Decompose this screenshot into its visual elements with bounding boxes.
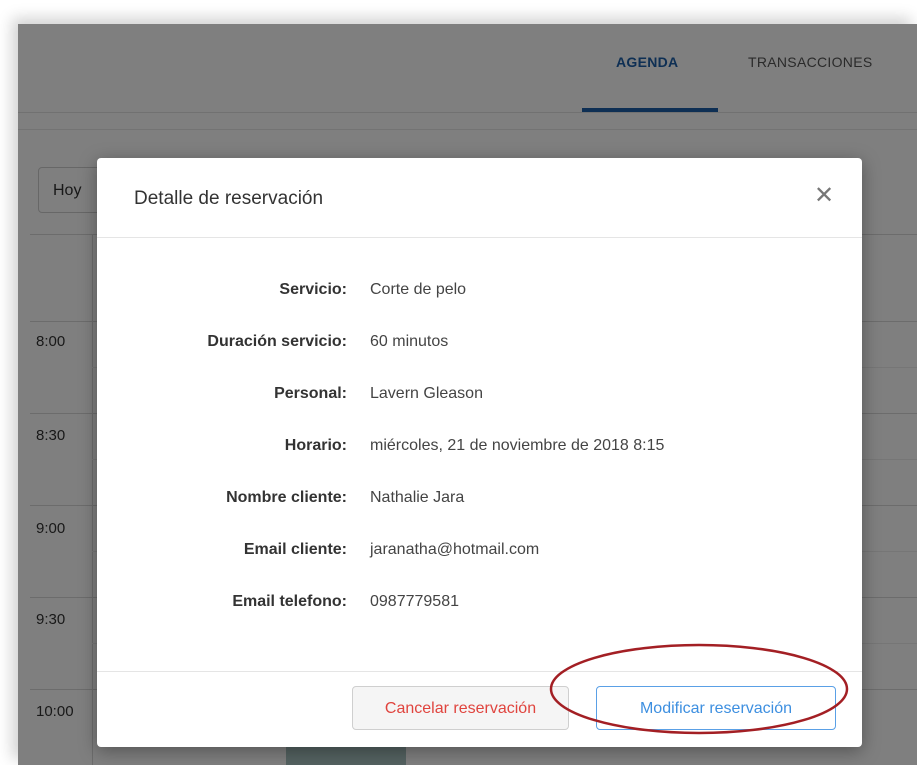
detail-row-schedule: Horario: miércoles, 21 de noviembre de 2… xyxy=(97,437,862,461)
reservation-detail-modal: Detalle de reservación ✕ Servicio: Corte… xyxy=(97,158,862,747)
detail-value: Nathalie Jara xyxy=(370,489,465,506)
detail-row-staff: Personal: Lavern Gleason xyxy=(97,385,862,409)
detail-row-client-name: Nombre cliente: Nathalie Jara xyxy=(97,489,862,513)
modal-title: Detalle de reservación xyxy=(134,188,324,209)
close-icon[interactable]: ✕ xyxy=(812,184,836,208)
modal-header: Detalle de reservación ✕ xyxy=(97,158,862,238)
modal-footer: Cancelar reservación Modificar reservaci… xyxy=(97,671,862,748)
detail-value: jaranatha@hotmail.com xyxy=(370,541,540,558)
detail-label: Nombre cliente: xyxy=(226,489,347,506)
cancel-reservation-button[interactable]: Cancelar reservación xyxy=(352,686,569,730)
detail-row-client-email: Email cliente: jaranatha@hotmail.com xyxy=(97,541,862,565)
modify-reservation-button[interactable]: Modificar reservación xyxy=(596,686,836,730)
detail-value: Corte de pelo xyxy=(370,281,467,298)
detail-value: Lavern Gleason xyxy=(370,385,483,402)
detail-label: Email telefono: xyxy=(232,593,347,610)
detail-label: Email cliente: xyxy=(243,541,347,558)
detail-row-duration: Duración servicio: 60 minutos xyxy=(97,333,862,357)
detail-label: Horario: xyxy=(284,437,347,454)
detail-value: 0987779581 xyxy=(370,593,459,610)
detail-row-service: Servicio: Corte de pelo xyxy=(97,281,862,305)
detail-label: Duración servicio: xyxy=(207,333,347,350)
detail-value: 60 minutos xyxy=(370,333,449,350)
app-window: AGENDA TRANSACCIONES Hoy 8:00 8:30 9:00 … xyxy=(18,24,917,765)
detail-value: miércoles, 21 de noviembre de 2018 8:15 xyxy=(370,437,665,454)
detail-label: Personal: xyxy=(274,385,347,402)
detail-label: Servicio: xyxy=(279,281,347,298)
detail-row-phone: Email telefono: 0987779581 xyxy=(97,593,862,617)
